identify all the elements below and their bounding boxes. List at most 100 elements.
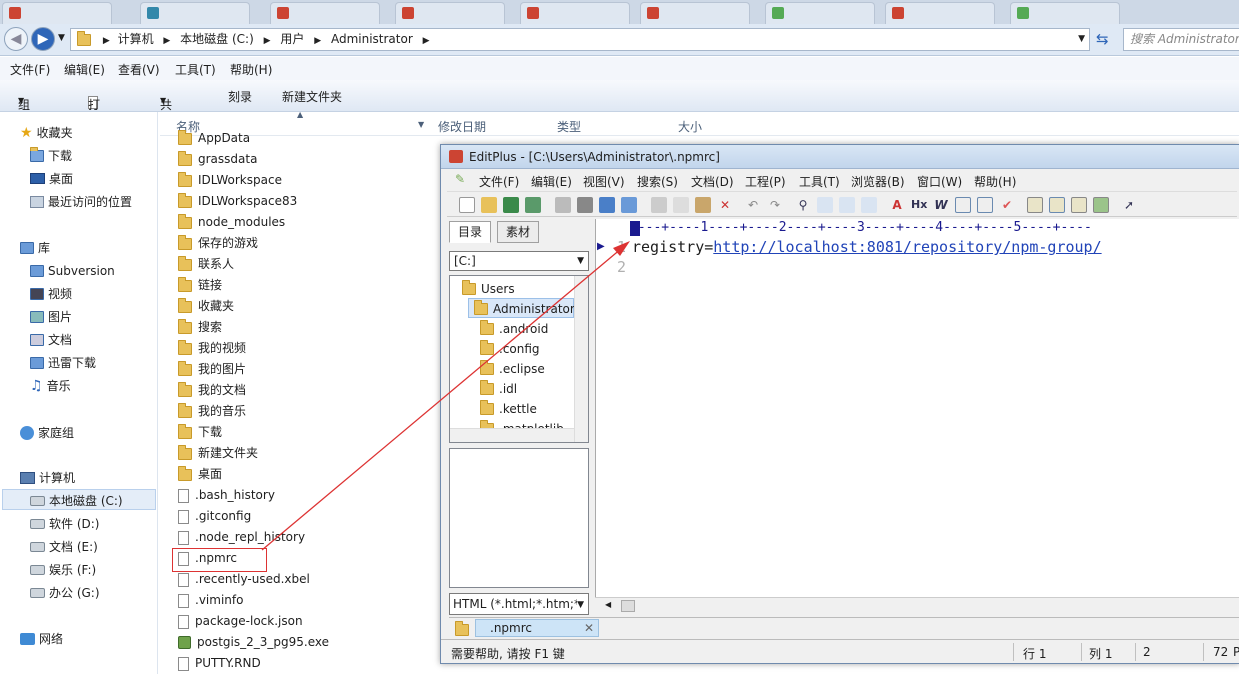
nav-item-thunder[interactable]: 迅雷下载 bbox=[30, 352, 96, 372]
ep-menu-window[interactable]: 窗口(W) bbox=[917, 173, 962, 190]
nav-drive-f[interactable]: 娱乐 (F:) bbox=[30, 559, 96, 579]
scroll-thumb[interactable] bbox=[621, 600, 635, 612]
background-tab[interactable] bbox=[140, 2, 250, 24]
file-row[interactable]: node_modules bbox=[178, 212, 285, 233]
file-row[interactable]: 我的图片 bbox=[178, 359, 246, 380]
cut-icon[interactable] bbox=[651, 197, 667, 213]
new-file-icon[interactable] bbox=[459, 197, 475, 213]
file-row[interactable]: 联系人 bbox=[178, 254, 234, 275]
ep-menu-tools[interactable]: 工具(T) bbox=[799, 173, 840, 190]
tree-item[interactable]: .eclipse bbox=[480, 358, 545, 378]
burn-button[interactable]: 刻录 bbox=[228, 88, 252, 105]
drive-select[interactable]: [C:] ▼ bbox=[449, 251, 589, 271]
background-tab[interactable] bbox=[2, 2, 112, 24]
ep-menu-edit[interactable]: 编辑(E) bbox=[531, 173, 572, 190]
nav-item-desktop[interactable]: 桌面 bbox=[30, 168, 73, 188]
copy-icon[interactable] bbox=[673, 197, 689, 213]
ep-menu-document[interactable]: 文档(D) bbox=[691, 173, 734, 190]
word-wrap-icon[interactable]: W bbox=[933, 197, 949, 213]
code-text[interactable]: registry=http://localhost:8081/repositor… bbox=[632, 237, 1102, 257]
replace-icon[interactable] bbox=[817, 197, 833, 213]
tree-horizontal-scrollbar[interactable] bbox=[450, 428, 574, 442]
nav-computer[interactable]: 计算机 bbox=[20, 467, 75, 487]
editor-area[interactable]: ----+----1----+----2----+----3----+----4… bbox=[595, 219, 1239, 599]
nav-item-downloads[interactable]: 下载 bbox=[30, 145, 72, 165]
breadcrumb-users[interactable]: 用户 bbox=[280, 32, 304, 46]
nav-network[interactable]: 网络 bbox=[20, 628, 63, 648]
find-in-files-icon[interactable] bbox=[839, 197, 855, 213]
new-folder-button[interactable]: 新建文件夹 bbox=[282, 88, 342, 105]
tree-item[interactable]: .config bbox=[480, 338, 540, 358]
ep-menu-project[interactable]: 工程(P) bbox=[745, 173, 786, 190]
file-row[interactable]: .recently-used.xbel bbox=[178, 569, 310, 590]
file-row[interactable]: postgis_2_3_pg95.exe bbox=[178, 632, 329, 653]
column-type[interactable]: 类型 bbox=[557, 118, 581, 135]
tree-item[interactable]: .android bbox=[480, 318, 548, 338]
background-tab[interactable] bbox=[885, 2, 995, 24]
undo-icon[interactable]: ↶ bbox=[745, 197, 761, 213]
file-row[interactable]: .viminfo bbox=[178, 590, 243, 611]
nav-drive-g[interactable]: 办公 (G:) bbox=[30, 582, 100, 602]
print-preview-icon[interactable] bbox=[555, 197, 571, 213]
file-row[interactable]: AppData bbox=[178, 128, 250, 149]
nav-item-videos[interactable]: 视频 bbox=[30, 283, 72, 303]
tree-item[interactable]: Users bbox=[462, 278, 515, 298]
browser-view-icon[interactable] bbox=[621, 197, 637, 213]
breadcrumb-administrator[interactable]: Administrator bbox=[331, 32, 413, 46]
ruler-toggle-icon[interactable] bbox=[977, 197, 993, 213]
file-row[interactable]: IDLWorkspace bbox=[178, 170, 282, 191]
tab-directory[interactable]: 目录 bbox=[449, 221, 492, 243]
breadcrumb-drive[interactable]: 本地磁盘 (C:) bbox=[180, 32, 254, 46]
file-row[interactable]: 链接 bbox=[178, 275, 222, 296]
column-size[interactable]: 大小 bbox=[678, 118, 702, 135]
redo-icon[interactable]: ↷ bbox=[767, 197, 783, 213]
close-icon[interactable]: ✕ bbox=[584, 620, 594, 636]
output-window-icon[interactable] bbox=[1071, 197, 1087, 213]
tab-cliptext[interactable]: 素材 bbox=[497, 221, 540, 243]
code-url[interactable]: http://localhost:8081/repository/npm-gro… bbox=[713, 238, 1101, 256]
forward-button[interactable]: ▶ bbox=[31, 27, 55, 51]
file-row[interactable]: 搜索 bbox=[178, 317, 222, 338]
checkmark-icon[interactable]: ✔ bbox=[999, 197, 1015, 213]
ep-menu-help[interactable]: 帮助(H) bbox=[974, 173, 1016, 190]
nav-drive-e[interactable]: 文档 (E:) bbox=[30, 536, 98, 556]
menu-tools[interactable]: 工具(T) bbox=[175, 61, 216, 78]
file-row[interactable]: 我的视频 bbox=[178, 338, 246, 359]
ep-menu-browser[interactable]: 浏览器(B) bbox=[851, 173, 905, 190]
search-input[interactable]: 搜索 Administrator bbox=[1123, 28, 1239, 51]
file-type-filter[interactable]: HTML (*.html;*.htm;*. ▼ bbox=[449, 593, 589, 615]
menu-edit[interactable]: 编辑(E) bbox=[64, 61, 105, 78]
file-row[interactable]: 桌面 bbox=[178, 464, 222, 485]
file-row[interactable]: grassdata bbox=[178, 149, 257, 170]
background-tab[interactable] bbox=[765, 2, 875, 24]
background-tab[interactable] bbox=[1010, 2, 1120, 24]
tree-vertical-scrollbar[interactable] bbox=[574, 276, 588, 442]
save-all-icon[interactable] bbox=[525, 197, 541, 213]
refresh-icon[interactable]: ⇆ bbox=[1096, 30, 1109, 48]
file-row[interactable]: PUTTY.RND bbox=[178, 653, 261, 674]
file-row[interactable]: .gitconfig bbox=[178, 506, 251, 527]
file-row[interactable]: .bash_history bbox=[178, 485, 275, 506]
print-icon[interactable] bbox=[577, 197, 593, 213]
file-row[interactable]: 新建文件夹 bbox=[178, 443, 258, 464]
file-row[interactable]: 我的文档 bbox=[178, 380, 246, 401]
menu-help[interactable]: 帮助(H) bbox=[230, 61, 272, 78]
background-tab[interactable] bbox=[640, 2, 750, 24]
background-tab[interactable] bbox=[270, 2, 380, 24]
file-row[interactable]: package-lock.json bbox=[178, 611, 303, 632]
nav-libraries[interactable]: 库 bbox=[20, 237, 50, 257]
doc-tab-npmrc[interactable]: .npmrc ✕ bbox=[475, 619, 599, 637]
recent-pages-icon[interactable]: ▼ bbox=[58, 33, 65, 43]
heading-icon[interactable]: Hx bbox=[911, 197, 927, 213]
chevron-down-icon[interactable]: ▼ bbox=[1078, 29, 1085, 50]
nav-homegroup[interactable]: 家庭组 bbox=[20, 422, 74, 442]
nav-item-recent[interactable]: 最近访问的位置 bbox=[30, 191, 132, 211]
nav-favorites[interactable]: ★ 收藏夹 bbox=[20, 122, 73, 142]
paste-icon[interactable] bbox=[695, 197, 711, 213]
goto-line-icon[interactable] bbox=[861, 197, 877, 213]
tree-item[interactable]: .kettle bbox=[480, 398, 537, 418]
fullscreen-icon[interactable] bbox=[1093, 197, 1109, 213]
file-row[interactable]: 下载 bbox=[178, 422, 222, 443]
cliptext-window-icon[interactable] bbox=[1049, 197, 1065, 213]
nav-item-pictures[interactable]: 图片 bbox=[30, 306, 72, 326]
